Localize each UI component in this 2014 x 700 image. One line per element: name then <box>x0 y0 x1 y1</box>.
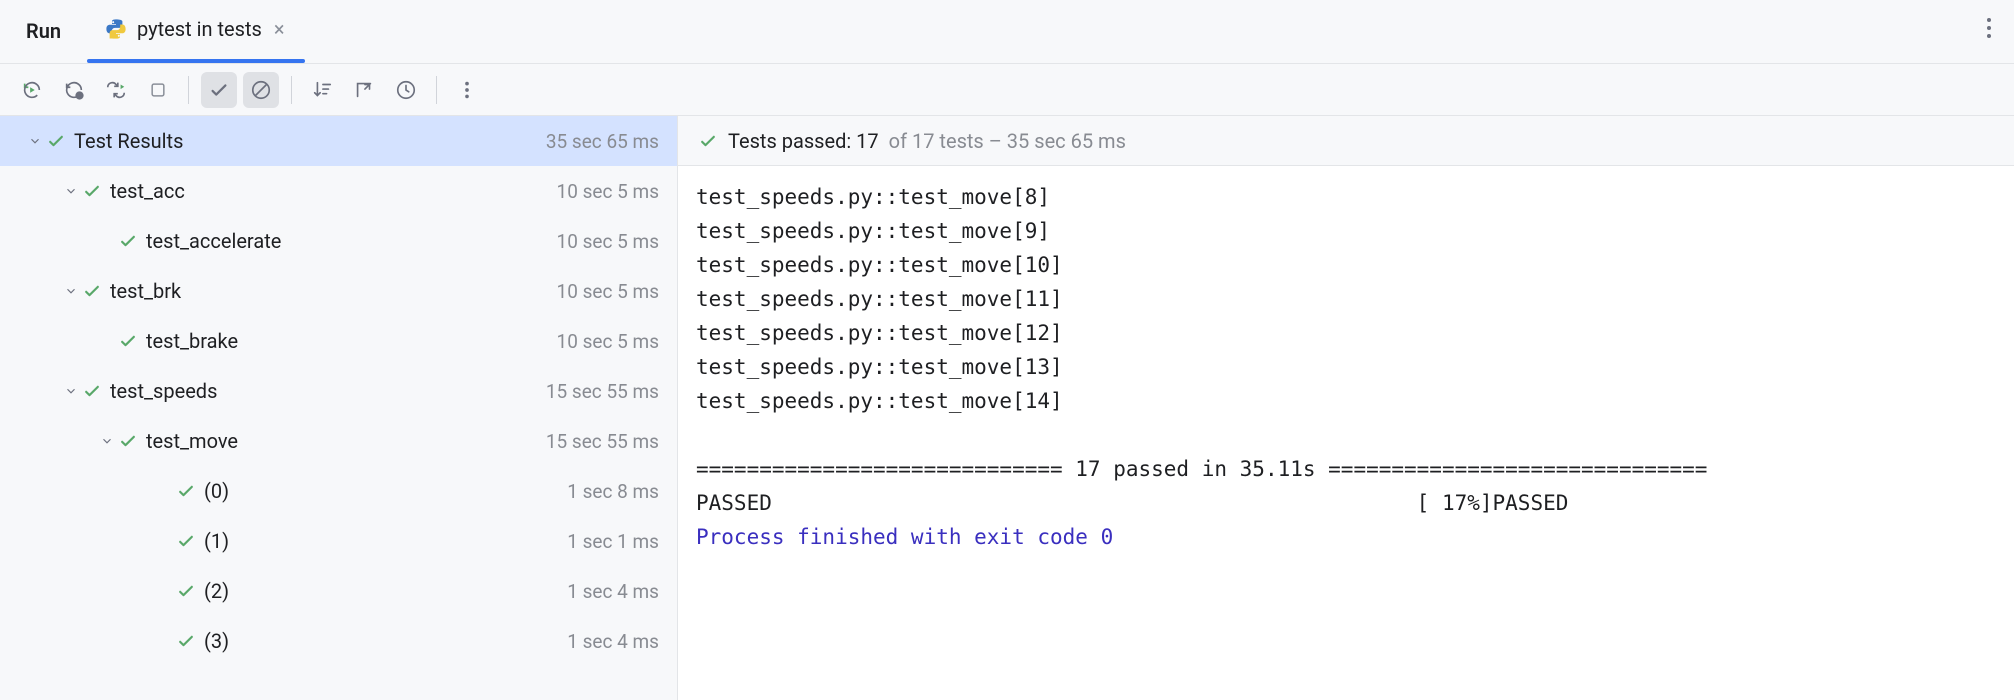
tree-node-label: (2) <box>204 579 567 603</box>
summary-suffix: of 17 tests – 35 sec 65 ms <box>889 129 1126 153</box>
tree-root-time: 35 sec 65 ms <box>546 130 659 153</box>
console-line: test_speeds.py::test_move[9] <box>696 219 1063 243</box>
chevron-down-icon[interactable] <box>24 134 46 148</box>
console-line: test_speeds.py::test_move[8] <box>696 185 1063 209</box>
chevron-down-icon[interactable] <box>60 384 82 398</box>
console-line: test_speeds.py::test_move[11] <box>696 287 1075 311</box>
tree-node-label: test_accelerate <box>146 229 557 253</box>
tree-node-label: test_brk <box>110 279 557 303</box>
tree-node[interactable]: test_accelerate 10 sec 5 ms <box>0 216 677 266</box>
console-line: ============================= 17 passed … <box>696 457 1707 481</box>
tree-node[interactable]: test_speeds 15 sec 55 ms <box>0 366 677 416</box>
toolbar-sep-3 <box>436 76 437 104</box>
test-tree[interactable]: Test Results 35 sec 65 ms test_acc 10 se… <box>0 116 678 700</box>
expand-collapse-icon[interactable] <box>346 72 382 108</box>
tree-node-time: 1 sec 4 ms <box>567 630 659 653</box>
tab-close-icon[interactable]: × <box>272 17 287 41</box>
tab-label: pytest in tests <box>137 17 262 41</box>
rerun-failed-icon[interactable] <box>56 72 92 108</box>
tree-node[interactable]: (1) 1 sec 1 ms <box>0 516 677 566</box>
pass-icon <box>176 531 196 551</box>
console-line: test_speeds.py::test_move[10] <box>696 253 1075 277</box>
toolbar-more-icon[interactable] <box>449 72 485 108</box>
console-line: test_speeds.py::test_move[13] <box>696 355 1075 379</box>
show-ignored-icon[interactable] <box>243 72 279 108</box>
chevron-down-icon[interactable] <box>60 284 82 298</box>
tree-node-label: (0) <box>204 479 567 503</box>
pass-icon <box>176 631 196 651</box>
tree-node[interactable]: test_brk 10 sec 5 ms <box>0 266 677 316</box>
tree-node-time: 1 sec 1 ms <box>567 530 659 553</box>
pass-icon <box>82 181 102 201</box>
pass-icon <box>82 381 102 401</box>
tree-node-time: 15 sec 55 ms <box>546 430 659 453</box>
tree-node[interactable]: (2) 1 sec 4 ms <box>0 566 677 616</box>
toolbar-sep-1 <box>188 76 189 104</box>
tree-node-time: 10 sec 5 ms <box>557 230 659 253</box>
run-label: Run <box>0 19 87 63</box>
python-icon <box>105 18 127 40</box>
tree-node-time: 15 sec 55 ms <box>546 380 659 403</box>
tab-pytest[interactable]: pytest in tests × <box>87 11 304 63</box>
tree-node-label: test_acc <box>110 179 557 203</box>
tree-root-label: Test Results <box>74 129 546 153</box>
pass-icon <box>118 431 138 451</box>
console-output[interactable]: test_speeds.py::test_move[8] test_speeds… <box>678 166 2014 700</box>
output-panel: Tests passed: 17 of 17 tests – 35 sec 65… <box>678 116 2014 700</box>
tree-node-time: 10 sec 5 ms <box>557 280 659 303</box>
pass-icon <box>118 231 138 251</box>
toggle-auto-test-icon[interactable] <box>98 72 134 108</box>
pass-icon <box>698 131 718 151</box>
console-line: PASSED [ 17%]PASSED <box>696 491 1948 515</box>
pass-icon <box>176 581 196 601</box>
console-exit-line: Process finished with exit code 0 <box>696 525 1113 549</box>
sort-icon[interactable] <box>304 72 340 108</box>
tree-node-time: 1 sec 4 ms <box>567 580 659 603</box>
tree-node-time: 10 sec 5 ms <box>557 330 659 353</box>
stop-icon[interactable] <box>140 72 176 108</box>
tree-node[interactable]: (3) 1 sec 4 ms <box>0 616 677 666</box>
tree-node[interactable]: test_move 15 sec 55 ms <box>0 416 677 466</box>
pass-icon <box>176 481 196 501</box>
tab-strip: Run pytest in tests × <box>0 0 2014 64</box>
rerun-icon[interactable] <box>14 72 50 108</box>
tree-node-time: 1 sec 8 ms <box>567 480 659 503</box>
tree-node-label: test_brake <box>146 329 557 353</box>
tree-node[interactable]: test_brake 10 sec 5 ms <box>0 316 677 366</box>
chevron-down-icon[interactable] <box>60 184 82 198</box>
tree-node-label: test_speeds <box>110 379 546 403</box>
history-icon[interactable] <box>388 72 424 108</box>
tree-node-time: 10 sec 5 ms <box>557 180 659 203</box>
pass-icon <box>118 331 138 351</box>
output-summary: Tests passed: 17 of 17 tests – 35 sec 65… <box>678 116 2014 166</box>
tree-node[interactable]: (0) 1 sec 8 ms <box>0 466 677 516</box>
console-line: test_speeds.py::test_move[14] <box>696 389 1075 413</box>
test-toolbar <box>0 64 2014 116</box>
tree-node-label: (3) <box>204 629 567 653</box>
show-passed-icon[interactable] <box>201 72 237 108</box>
chevron-down-icon[interactable] <box>96 434 118 448</box>
tree-root[interactable]: Test Results 35 sec 65 ms <box>0 116 677 166</box>
tree-node-label: (1) <box>204 529 567 553</box>
pass-icon <box>82 281 102 301</box>
pass-icon <box>46 131 66 151</box>
summary-passed: Tests passed: 17 <box>728 129 879 153</box>
console-line: test_speeds.py::test_move[12] <box>696 321 1075 345</box>
tree-node-label: test_move <box>146 429 546 453</box>
tree-node[interactable]: test_acc 10 sec 5 ms <box>0 166 677 216</box>
tab-overflow-menu[interactable] <box>1986 16 1992 40</box>
toolbar-sep-2 <box>291 76 292 104</box>
